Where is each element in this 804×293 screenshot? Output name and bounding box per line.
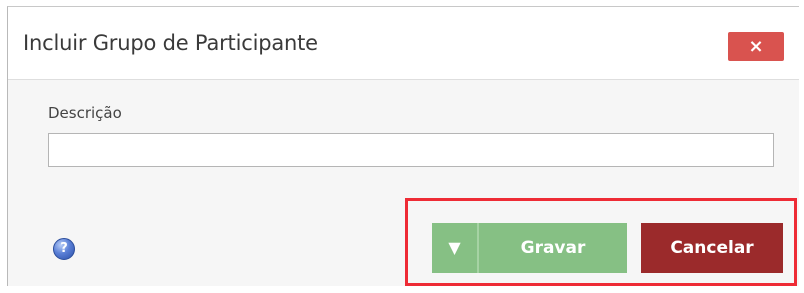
include-participant-group-dialog: Incluir Grupo de Participante × Descriçã… xyxy=(7,6,799,286)
dialog-titlebar: Incluir Grupo de Participante × xyxy=(8,7,799,80)
description-input[interactable] xyxy=(48,133,774,167)
page: Incluir Grupo de Participante × Descriçã… xyxy=(0,0,804,293)
help-icon[interactable]: ? xyxy=(53,238,75,260)
close-button[interactable]: × xyxy=(728,32,784,61)
save-options-dropdown-button[interactable]: ▼ xyxy=(432,223,477,273)
cancel-button[interactable]: Cancelar xyxy=(641,223,783,273)
close-icon: × xyxy=(748,36,764,57)
description-label: Descrição xyxy=(48,104,122,122)
caret-down-icon: ▼ xyxy=(448,238,461,257)
save-button[interactable]: Gravar xyxy=(479,223,627,273)
dialog-title: Incluir Grupo de Participante xyxy=(23,31,318,55)
